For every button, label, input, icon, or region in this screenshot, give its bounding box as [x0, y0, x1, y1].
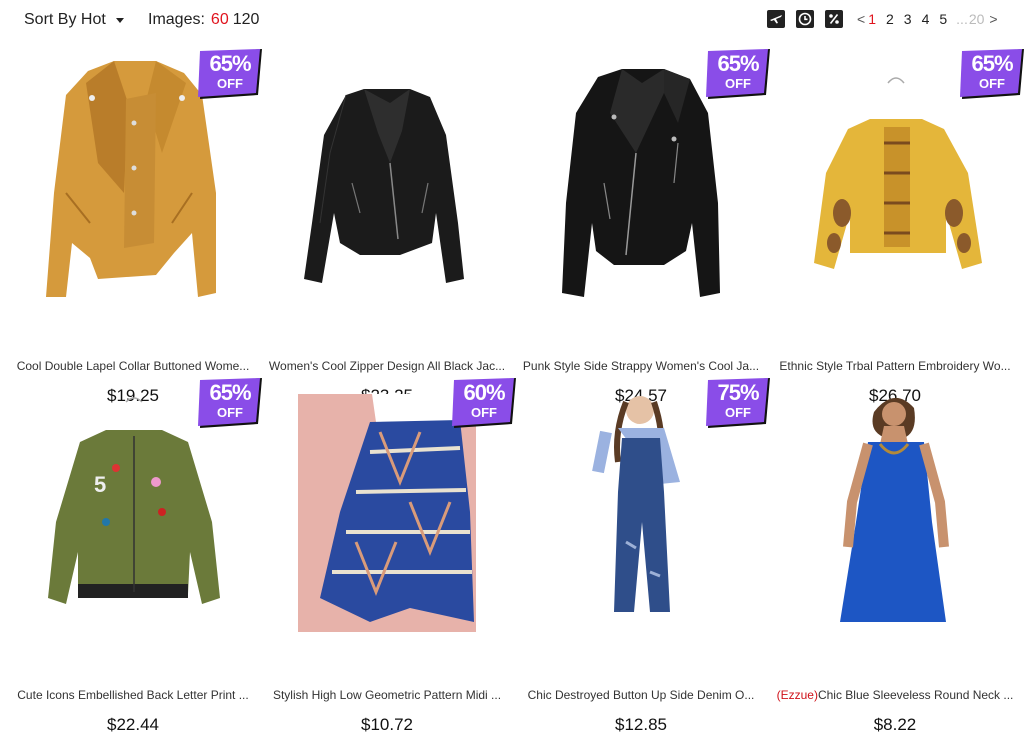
discount-off-label: OFF [725, 76, 751, 91]
page-2[interactable]: 2 [886, 11, 894, 27]
product-title-text: Stylish High Low Geometric Pattern Midi … [272, 688, 502, 702]
product-card: Women's Cool Zipper Design All Black Jac… [260, 43, 514, 405]
caret-down-icon [115, 17, 124, 23]
product-title[interactable]: Women's Cool Zipper Design All Black Jac… [260, 359, 514, 373]
discount-percent: 60% [463, 380, 505, 405]
black-leather-jacket-image[interactable] [260, 43, 514, 308]
filter-icons [767, 10, 854, 28]
images-label: Images: [148, 11, 205, 28]
discount-off-label: OFF [979, 76, 1005, 91]
discount-percent: 75% [717, 380, 759, 405]
product-title[interactable]: Cool Double Lapel Collar Buttoned Wome..… [6, 359, 260, 373]
sort-label: Sort By Hot [24, 11, 106, 28]
product-title-text: Ethnic Style Trbal Pattern Embroidery Wo… [779, 359, 1011, 373]
product-title[interactable]: Punk Style Side Strappy Women's Cool Ja.… [514, 359, 768, 373]
discount-off-label: OFF [471, 405, 497, 420]
discount-badge: 65% OFF [960, 49, 1026, 99]
prev-page-button[interactable]: < [857, 11, 865, 27]
images-120-option[interactable]: 120 [233, 11, 260, 29]
percent-icon[interactable] [825, 10, 843, 28]
product-price: $12.85 [615, 715, 667, 734]
pagination: < 1 2 3 4 5 ... 20 > [857, 11, 998, 27]
product-card: 5 65% OFF Cute Icons Embellished Back Le… [6, 372, 262, 734]
discount-badge: 65% OFF [198, 49, 264, 99]
images-per-page: Images: 60 120 [148, 11, 263, 29]
product-title-text: Cool Double Lapel Collar Buttoned Wome..… [16, 359, 250, 373]
discount-badge: 60% OFF [452, 378, 518, 428]
page-4[interactable]: 4 [922, 11, 930, 27]
product-price: $8.22 [873, 715, 917, 734]
product-brand: (Ezzue) [776, 688, 818, 702]
page-1[interactable]: 1 [868, 11, 876, 27]
discount-percent: 65% [971, 51, 1013, 76]
sort-dropdown[interactable]: Sort By Hot [24, 11, 124, 29]
product-title-text: Women's Cool Zipper Design All Black Jac… [268, 359, 506, 373]
discount-off-label: OFF [217, 405, 243, 420]
product-title[interactable]: Chic Destroyed Button Up Side Denim O... [514, 688, 768, 702]
discount-percent: 65% [209, 380, 251, 405]
product-card: 65% OFF Ethnic Style Trbal Pattern Embro… [768, 43, 1024, 405]
product-price: $22.44 [107, 715, 159, 734]
product-title-text: Punk Style Side Strappy Women's Cool Ja.… [522, 359, 760, 373]
toolbar: Sort By Hot Images: 60 120 < 1 2 3 4 5 .… [0, 0, 1032, 40]
product-title-text: Cute Icons Embellished Back Letter Print… [17, 688, 249, 702]
svg-text:5: 5 [94, 472, 106, 497]
product-title[interactable]: (Ezzue)Chic Blue Sleeveless Round Neck .… [768, 688, 1022, 702]
product-title[interactable]: Cute Icons Embellished Back Letter Print… [6, 688, 260, 702]
product-title-text: Chic Blue Sleeveless Round Neck ... [817, 688, 1014, 702]
product-price: $10.72 [361, 715, 413, 734]
product-card: 60% OFF Stylish High Low Geometric Patte… [260, 372, 516, 734]
discount-percent: 65% [717, 51, 759, 76]
product-card: 65% OFF Cool Double Lapel Collar Buttone… [6, 43, 262, 405]
page-5[interactable]: 5 [939, 11, 947, 27]
page-3[interactable]: 3 [904, 11, 912, 27]
product-title[interactable]: Stylish High Low Geometric Pattern Midi … [260, 688, 514, 702]
discount-off-label: OFF [217, 76, 243, 91]
clock-icon[interactable] [796, 10, 814, 28]
discount-percent: 65% [209, 51, 251, 76]
product-card: 65% OFF Punk Style Side Strappy Women's … [514, 43, 770, 405]
discount-badge: 75% OFF [706, 378, 772, 428]
discount-off-label: OFF [725, 405, 751, 420]
next-page-button[interactable]: > [989, 11, 997, 27]
blue-sleeveless-dress-image[interactable] [768, 372, 1022, 637]
discount-badge: 65% OFF [706, 49, 772, 99]
airplane-icon[interactable] [767, 10, 785, 28]
pagination-ellipsis: ... [956, 11, 968, 27]
product-card: (Ezzue)Chic Blue Sleeveless Round Neck .… [768, 372, 1022, 734]
discount-badge: 65% OFF [198, 378, 264, 428]
product-title-text: Chic Destroyed Button Up Side Denim O... [527, 688, 755, 702]
page-last[interactable]: 20 [969, 11, 985, 27]
images-60-option[interactable]: 60 [211, 11, 229, 29]
product-card: 75% OFF Chic Destroyed Button Up Side De… [514, 372, 770, 734]
product-title[interactable]: Ethnic Style Trbal Pattern Embroidery Wo… [768, 359, 1022, 373]
